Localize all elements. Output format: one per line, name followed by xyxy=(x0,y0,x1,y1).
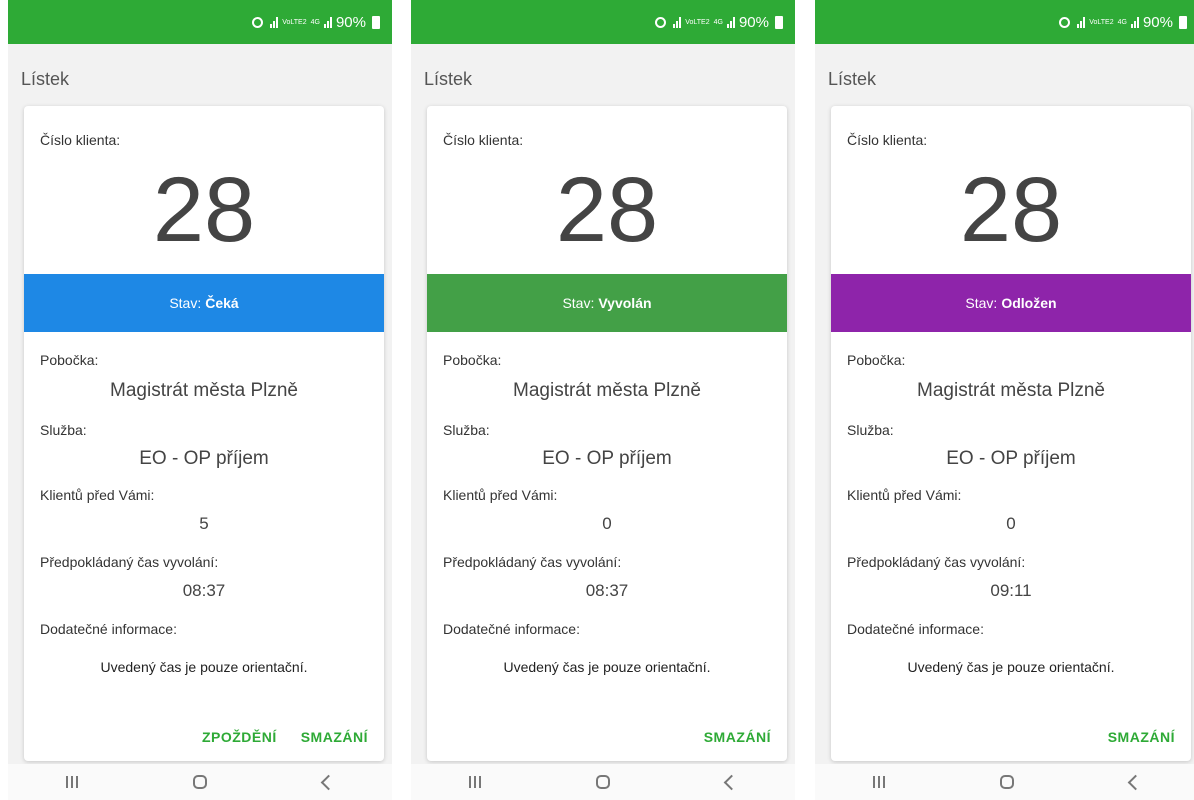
additional-info-label: Dodatečné informace: xyxy=(847,621,984,637)
card-actions: SMAZÁNÍ xyxy=(704,729,771,745)
status-prefix: Stav: xyxy=(169,295,202,311)
signal-icon-2 xyxy=(1130,16,1139,28)
expected-time-value: 08:37 xyxy=(585,581,629,600)
status-prefix: Stav: xyxy=(965,295,998,311)
status-value: Čeká xyxy=(205,295,239,311)
volte-label: VoLTE2 xyxy=(685,18,710,26)
ticket-card: Číslo klienta: 28 Stav: Vyvolán Pobočka: … xyxy=(427,106,787,761)
signal-icon xyxy=(270,16,279,28)
delete-button[interactable]: SMAZÁNÍ xyxy=(704,729,771,745)
additional-info-label: Dodatečné informace: xyxy=(40,621,177,637)
status-prefix: Stav: xyxy=(562,295,595,311)
branch-value: Magistrát města Plzně xyxy=(917,380,1105,401)
volte-label: VoLTE2 xyxy=(1089,18,1114,26)
branch-label: Pobočka: xyxy=(40,352,99,368)
alarm-icon xyxy=(1059,16,1071,28)
navigation-bar xyxy=(815,764,1194,800)
page-title: Lístek xyxy=(21,68,70,89)
back-icon[interactable] xyxy=(320,774,337,790)
page-title: Lístek xyxy=(424,68,473,89)
signal-icon-2 xyxy=(323,16,332,28)
signal-icon-2 xyxy=(726,16,735,28)
network-type-label: 4G xyxy=(1117,18,1127,26)
battery-percent: 90% xyxy=(1142,13,1173,31)
status-value: Odložen xyxy=(1001,295,1057,311)
branch-value: Magistrát města Plzně xyxy=(513,380,701,401)
status-value: Vyvolán xyxy=(598,295,652,311)
status-bar: VoLTE2 4G 90% xyxy=(815,0,1194,44)
navigation-bar xyxy=(411,764,795,800)
service-value: EO - OP příjem xyxy=(946,448,1076,469)
status-strip: Stav: Odložen xyxy=(831,274,1191,332)
expected-time-value: 09:11 xyxy=(990,581,1032,600)
card-actions: ZPOŽDĚNÍ SMAZÁNÍ xyxy=(202,729,368,745)
branch-label: Pobočka: xyxy=(443,352,502,368)
expected-time-label: Předpokládaný čas vyvolání: xyxy=(847,554,1026,570)
phone-screen-waiting: VoLTE2 4G 90% Lístek Číslo klienta: 28 S… xyxy=(8,0,392,800)
delete-button[interactable]: SMAZÁNÍ xyxy=(301,729,368,745)
signal-icon xyxy=(673,16,682,28)
recent-apps-icon[interactable] xyxy=(468,776,481,788)
alarm-icon xyxy=(655,16,667,28)
expected-time-label: Předpokládaný čas vyvolání: xyxy=(40,554,219,570)
network-type-label: 4G xyxy=(310,18,320,26)
service-label: Služba: xyxy=(847,422,894,438)
branch-value: Magistrát města Plzně xyxy=(110,380,298,401)
home-icon[interactable] xyxy=(1000,775,1015,789)
battery-percent: 90% xyxy=(335,13,366,31)
recent-apps-icon[interactable] xyxy=(872,776,885,788)
page-title: Lístek xyxy=(828,68,877,89)
status-strip: Stav: Čeká xyxy=(24,274,384,332)
service-value: EO - OP příjem xyxy=(139,448,269,469)
service-value: EO - OP příjem xyxy=(542,448,672,469)
ticket-card: Číslo klienta: 28 Stav: Čeká Pobočka: Mag… xyxy=(24,106,384,761)
card-actions: SMAZÁNÍ xyxy=(1108,729,1175,745)
additional-info-value: Uvedený čas je pouze orientační. xyxy=(503,659,711,675)
battery-icon xyxy=(775,15,783,29)
client-number: 28 xyxy=(555,159,659,261)
expected-time-label: Předpokládaný čas vyvolání: xyxy=(443,554,622,570)
volte-label: VoLTE2 xyxy=(282,18,307,26)
delete-button[interactable]: SMAZÁNÍ xyxy=(1108,729,1175,745)
clients-ahead-value: 5 xyxy=(199,514,209,533)
status-strip: Stav: Vyvolán xyxy=(427,274,787,332)
clients-ahead-value: 0 xyxy=(1006,514,1016,533)
battery-icon xyxy=(1179,15,1187,29)
home-icon[interactable] xyxy=(596,775,611,789)
phone-screen-called: VoLTE2 4G 90% Lístek Číslo klienta: 28 S… xyxy=(411,0,795,800)
back-icon[interactable] xyxy=(723,774,740,790)
additional-info-label: Dodatečné informace: xyxy=(443,621,580,637)
expected-time-value: 08:37 xyxy=(182,581,226,600)
alarm-icon xyxy=(252,16,264,28)
client-number: 28 xyxy=(959,159,1063,261)
recent-apps-icon[interactable] xyxy=(65,776,78,788)
clients-ahead-value: 0 xyxy=(602,514,612,533)
screens-container: VoLTE2 4G 90% Lístek Číslo klienta: 28 S… xyxy=(0,0,1194,800)
additional-info-value: Uvedený čas je pouze orientační. xyxy=(907,659,1115,675)
service-label: Služba: xyxy=(443,422,490,438)
additional-info-value: Uvedený čas je pouze orientační. xyxy=(100,659,308,675)
status-bar: VoLTE2 4G 90% xyxy=(411,0,795,44)
client-number: 28 xyxy=(152,159,256,261)
status-bar: VoLTE2 4G 90% xyxy=(8,0,392,44)
clients-ahead-label: Klientů před Vámi: xyxy=(847,487,962,503)
ticket-card: Číslo klienta: 28 Stav: Odložen Pobočka: … xyxy=(831,106,1191,761)
battery-percent: 90% xyxy=(738,13,769,31)
client-number-label: Číslo klienta: xyxy=(443,132,524,148)
service-label: Služba: xyxy=(40,422,87,438)
battery-icon xyxy=(372,15,380,29)
clients-ahead-label: Klientů před Vámi: xyxy=(443,487,558,503)
clients-ahead-label: Klientů před Vámi: xyxy=(40,487,155,503)
signal-icon xyxy=(1077,16,1086,28)
branch-label: Pobočka: xyxy=(847,352,906,368)
client-number-label: Číslo klienta: xyxy=(40,132,121,148)
navigation-bar xyxy=(8,764,392,800)
client-number-label: Číslo klienta: xyxy=(847,132,928,148)
phone-screen-postponed: VoLTE2 4G 90% Lístek Číslo klienta: 28 S… xyxy=(815,0,1194,800)
network-type-label: 4G xyxy=(713,18,723,26)
back-icon[interactable] xyxy=(1127,774,1144,790)
delay-button[interactable]: ZPOŽDĚNÍ xyxy=(202,729,277,745)
home-icon[interactable] xyxy=(193,775,208,789)
